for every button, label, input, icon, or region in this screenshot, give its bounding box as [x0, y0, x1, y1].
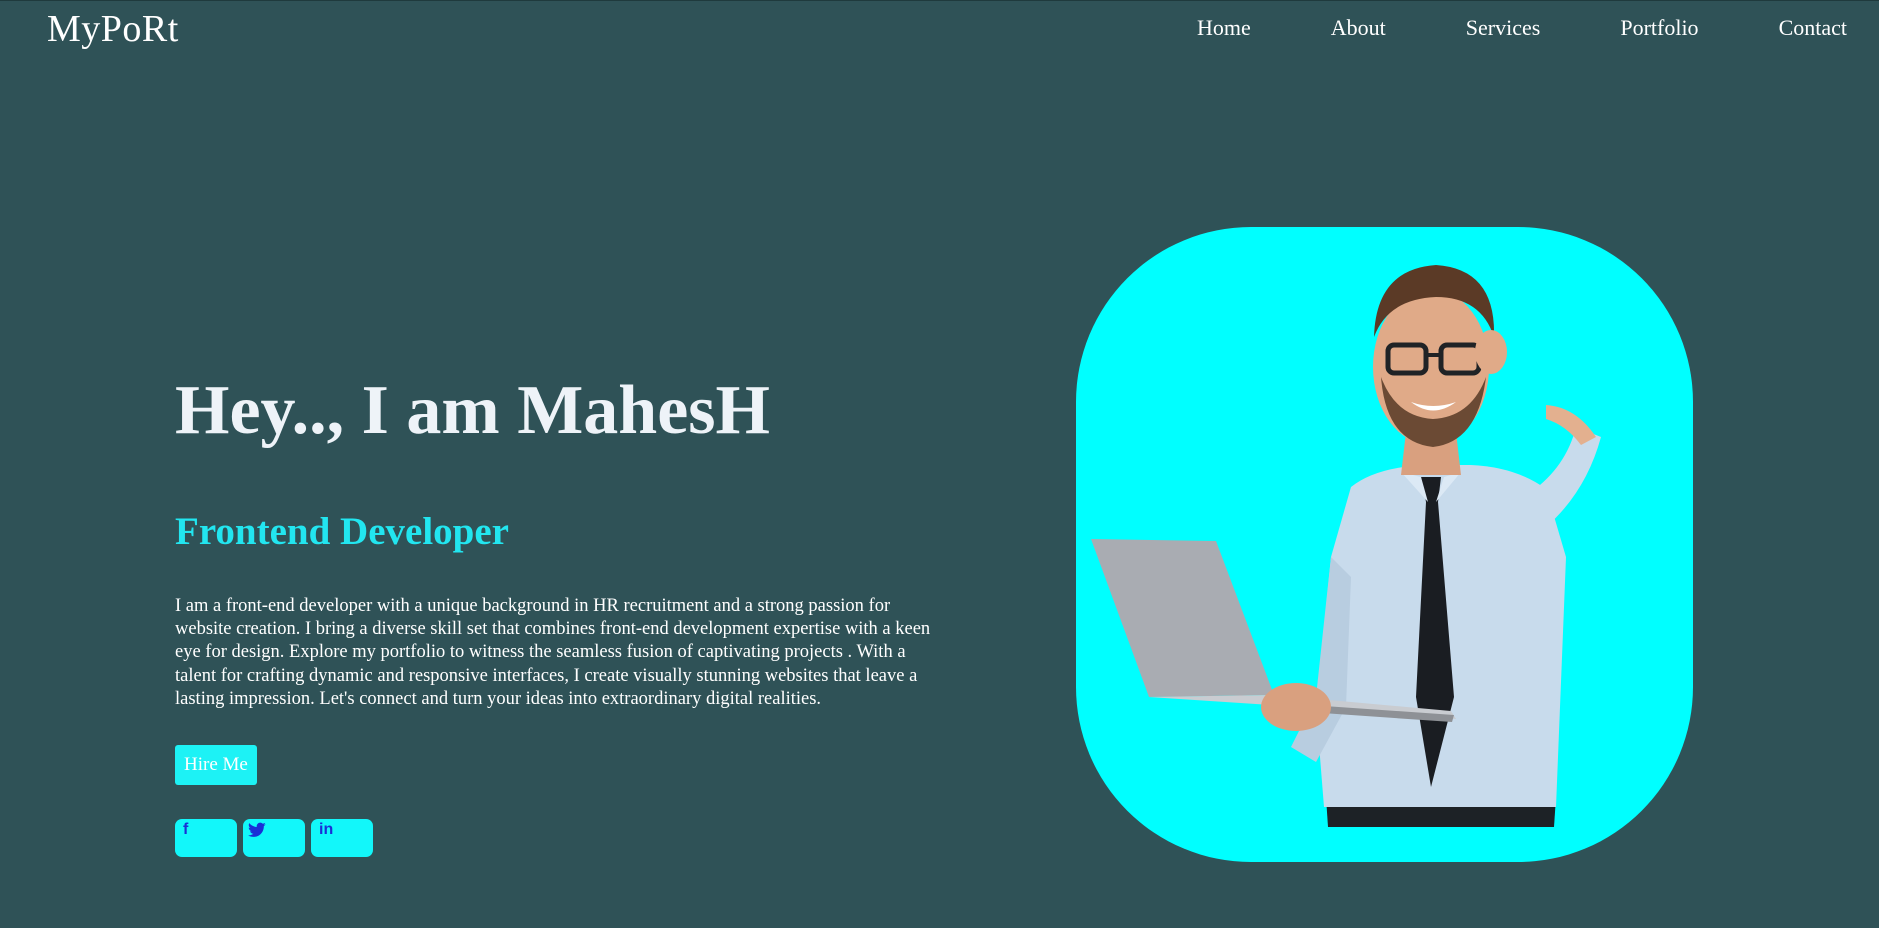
facebook-button[interactable]: f: [175, 819, 237, 857]
profile-photo: [1091, 265, 1601, 827]
twitter-button[interactable]: [243, 819, 305, 857]
linkedin-button[interactable]: in: [311, 819, 373, 857]
hero-subtitle: Frontend Developer: [175, 510, 509, 553]
nav-link-home[interactable]: Home: [1197, 15, 1251, 41]
profile-photo-frame: [1076, 227, 1693, 862]
hero-title: Hey.., I am MahesH: [175, 372, 770, 449]
portfolio-page: MyPoRt Home About Services Portfolio Con…: [0, 0, 1879, 928]
social-links: f in: [175, 819, 373, 857]
nav-link-about[interactable]: About: [1331, 15, 1386, 41]
linkedin-icon: in: [319, 821, 334, 838]
hero-description: I am a front-end developer with a unique…: [175, 596, 931, 709]
nav-link-contact[interactable]: Contact: [1779, 15, 1847, 41]
nav-menu: Home About Services Portfolio Contact: [1197, 15, 1847, 41]
facebook-icon: f: [183, 821, 189, 838]
hire-me-button[interactable]: Hire Me: [175, 745, 257, 785]
site-logo[interactable]: MyPoRt: [47, 7, 179, 51]
navbar: MyPoRt Home About Services Portfolio Con…: [0, 1, 1879, 61]
nav-link-portfolio[interactable]: Portfolio: [1620, 15, 1698, 41]
nav-link-services[interactable]: Services: [1466, 15, 1541, 41]
twitter-icon: [248, 822, 266, 837]
